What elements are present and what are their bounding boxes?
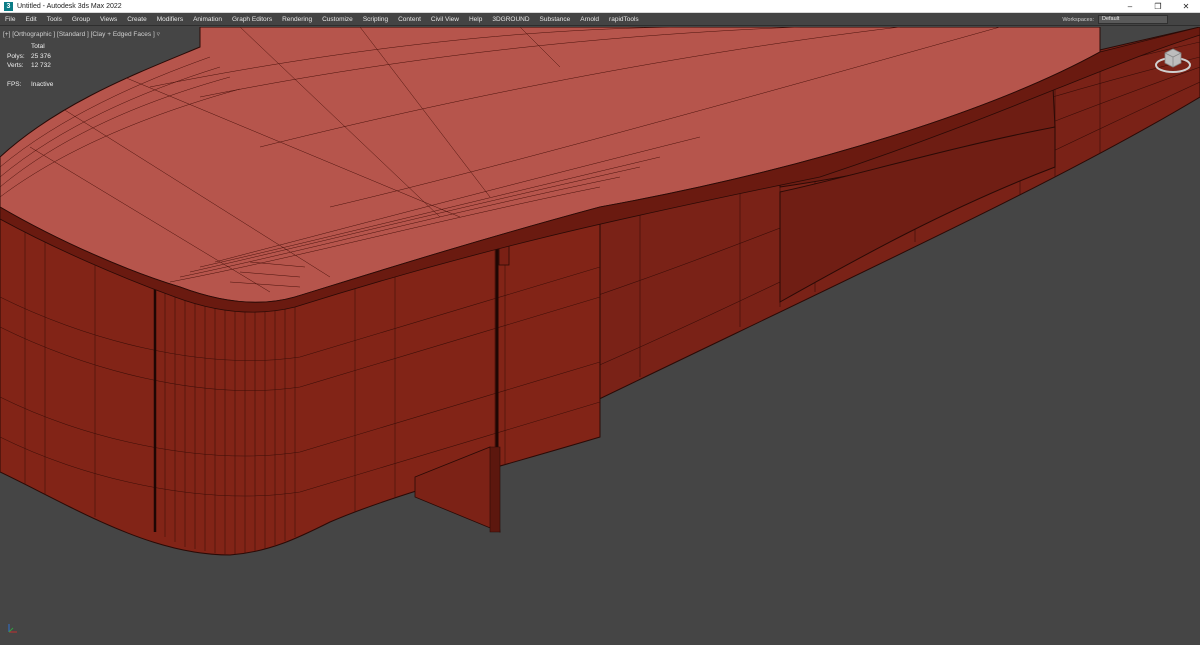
menu-views[interactable]: Views: [95, 13, 122, 26]
menu-3dground[interactable]: 3DGROUND: [487, 13, 534, 26]
verts-label: Verts:: [7, 62, 24, 69]
viewport-label[interactable]: [+] [Orthographic ] [Standard ] [Clay + …: [3, 30, 160, 38]
menu-customize[interactable]: Customize: [317, 13, 358, 26]
verts-value: 12 732: [31, 62, 51, 69]
app-icon: 3: [4, 1, 13, 11]
menu-content[interactable]: Content: [393, 13, 426, 26]
menu-create[interactable]: Create: [122, 13, 152, 26]
menu-modifiers[interactable]: Modifiers: [152, 13, 188, 26]
workspace-label: Workspaces:: [1062, 16, 1094, 23]
workspace-selector: Workspaces: Default: [1062, 15, 1168, 24]
menu-rapidtools[interactable]: rapidTools: [604, 13, 644, 26]
fps-label: FPS:: [7, 80, 22, 88]
menu-arnold[interactable]: Arnold: [575, 13, 604, 26]
restore-button[interactable]: ❐: [1144, 0, 1172, 13]
menu-rendering[interactable]: Rendering: [277, 13, 317, 26]
menu-scripting[interactable]: Scripting: [358, 13, 393, 26]
viewport[interactable]: [+] [Orthographic ] [Standard ] [Clay + …: [0, 27, 1200, 645]
menu-graph-editors[interactable]: Graph Editors: [227, 13, 277, 26]
window-title: Untitled - Autodesk 3ds Max 2022: [17, 2, 122, 10]
leg-edge: [489, 446, 501, 533]
viewport-label-text[interactable]: [+] [Orthographic ] [Standard ] [Clay + …: [3, 31, 155, 38]
viewport-statistics: Total Polys: 25 376 Verts: 12 732 FPS: I…: [7, 42, 53, 89]
viewcube-icon[interactable]: [1153, 41, 1193, 75]
workspace-dropdown[interactable]: Default: [1098, 15, 1168, 24]
polys-label: Polys:: [7, 52, 25, 60]
menu-edit[interactable]: Edit: [20, 13, 41, 26]
stats-header: Total: [31, 43, 45, 50]
menu-bar: File Edit Tools Group Views Create Modif…: [0, 13, 1200, 26]
menu-civil-view[interactable]: Civil View: [426, 13, 464, 26]
menu-help[interactable]: Help: [464, 13, 487, 26]
axis-tripod-icon: [8, 624, 17, 633]
title-bar: 3 Untitled - Autodesk 3ds Max 2022 – ❐ ✕: [0, 0, 1200, 13]
menu-tools[interactable]: Tools: [42, 13, 67, 26]
close-button[interactable]: ✕: [1172, 0, 1200, 13]
menu-file[interactable]: File: [0, 13, 20, 26]
menu-animation[interactable]: Animation: [188, 13, 227, 26]
polys-value: 25 376: [31, 52, 51, 60]
cabinet-model[interactable]: [0, 27, 1200, 645]
funnel-icon[interactable]: ▿: [157, 31, 160, 38]
menu-substance[interactable]: Substance: [535, 13, 576, 26]
minimize-button[interactable]: –: [1116, 0, 1144, 13]
menu-group[interactable]: Group: [67, 13, 95, 26]
fps-value: Inactive: [31, 80, 54, 88]
